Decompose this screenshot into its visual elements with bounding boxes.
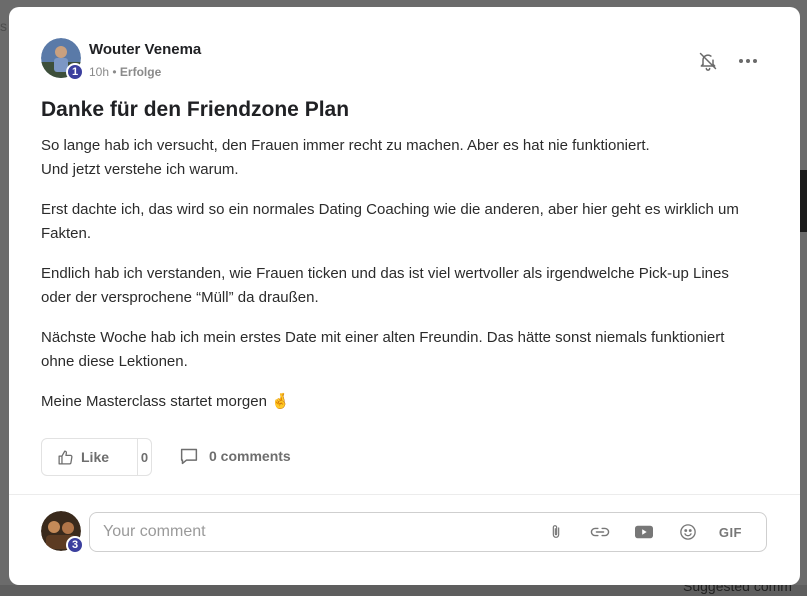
attachment-icon[interactable] bbox=[545, 521, 567, 543]
background-image-strip bbox=[799, 170, 807, 232]
current-user-avatar[interactable]: 3 bbox=[41, 511, 84, 554]
post-time: 10h bbox=[89, 65, 110, 79]
comments-button[interactable]: 0 comments bbox=[179, 447, 291, 465]
post-paragraph: Meine Masterclass startet morgen 🤞 bbox=[41, 393, 290, 410]
post-category[interactable]: Erfolge bbox=[120, 65, 161, 79]
post-modal: 1 Wouter Venema 10h • Erfolge Danke für … bbox=[9, 7, 800, 585]
post-title: Danke für den Friendzone Plan bbox=[41, 98, 350, 121]
video-icon[interactable] bbox=[633, 521, 655, 543]
post-paragraph: Erst dachte ich, das wird so ein normale… bbox=[41, 201, 739, 242]
more-options-icon[interactable] bbox=[736, 50, 760, 72]
thumbs-up-icon bbox=[58, 449, 73, 465]
comment-input[interactable] bbox=[90, 512, 523, 552]
like-label: Like bbox=[81, 449, 110, 465]
like-button[interactable]: Like bbox=[42, 439, 137, 475]
author-name[interactable]: Wouter Venema bbox=[89, 41, 201, 58]
author-avatar[interactable]: 1 bbox=[41, 38, 84, 81]
comments-label: 0 comments bbox=[209, 448, 291, 464]
author-level-badge: 1 bbox=[66, 63, 84, 81]
like-count: 0 bbox=[137, 439, 151, 475]
gif-button[interactable]: GIF bbox=[719, 525, 742, 540]
post-body: So lange hab ich versucht, den Frauen im… bbox=[41, 134, 761, 430]
link-icon[interactable] bbox=[589, 521, 611, 543]
comment-bubble-icon bbox=[180, 448, 198, 465]
like-control: Like 0 bbox=[41, 438, 152, 476]
post-paragraph: Endlich hab ich verstanden, wie Frauen t… bbox=[41, 265, 729, 306]
user-level-badge: 3 bbox=[66, 536, 84, 554]
notification-bell-off-icon[interactable] bbox=[697, 50, 719, 72]
post-paragraph: Nächste Woche hab ich mein erstes Date m… bbox=[41, 329, 725, 370]
background-fragment: s bbox=[0, 18, 7, 34]
meta-separator: • bbox=[112, 65, 117, 79]
comment-input-box: GIF bbox=[89, 512, 767, 552]
emoji-icon[interactable] bbox=[677, 521, 699, 543]
post-paragraph: So lange hab ich versucht, den Frauen im… bbox=[41, 137, 650, 178]
post-meta: 10h • Erfolge bbox=[89, 65, 161, 79]
